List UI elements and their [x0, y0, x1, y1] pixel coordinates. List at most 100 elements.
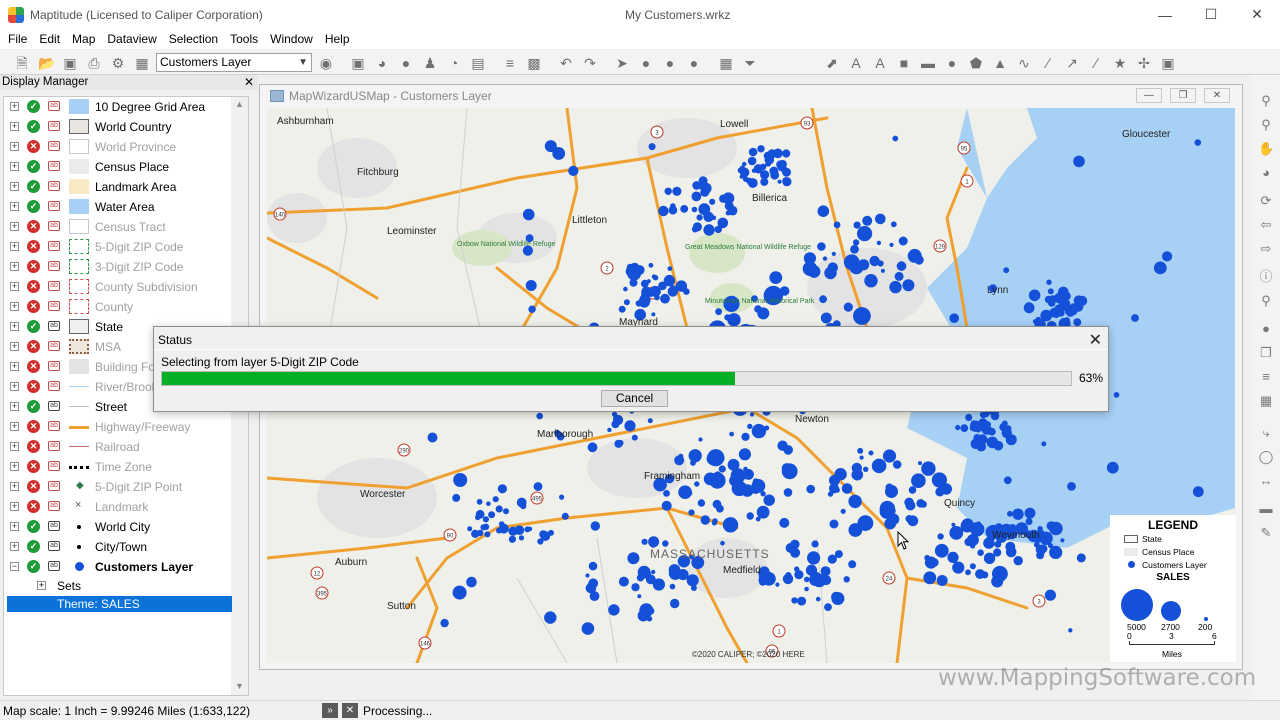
ellipse-icon[interactable]: ●: [944, 55, 960, 71]
rounded-rect-icon[interactable]: ▬: [920, 55, 936, 71]
layer-row[interactable]: + ✕ ab 3-Digit ZIP Code: [4, 257, 233, 277]
scroll-up-icon[interactable]: ▲: [231, 99, 248, 109]
label-toggle-icon[interactable]: ab: [48, 461, 60, 471]
layer-row[interactable]: + ✕ ab Railroad: [4, 437, 233, 457]
layer-style-swatch[interactable]: [69, 419, 89, 434]
layer-row[interactable]: + ✕ ab World Province: [4, 137, 233, 157]
route-icon[interactable]: ⤷: [1258, 425, 1274, 441]
expand-icon[interactable]: +: [10, 202, 19, 211]
layer-style-swatch[interactable]: ×: [69, 499, 89, 514]
globe-icon[interactable]: ◕: [1258, 165, 1274, 181]
expand-icon[interactable]: +: [10, 362, 19, 371]
close-icon[interactable]: ✕: [1204, 88, 1230, 103]
close-icon[interactable]: ✕: [1089, 330, 1102, 350]
visible-check-icon[interactable]: ✓: [27, 560, 40, 573]
zoom-out-icon[interactable]: ⚲: [1258, 117, 1274, 133]
find-icon[interactable]: ⚲: [1258, 293, 1274, 309]
layer-style-swatch[interactable]: [69, 459, 89, 474]
expand-icon[interactable]: +: [37, 581, 46, 590]
restore-icon[interactable]: ❐: [1170, 88, 1196, 103]
label-toggle-icon[interactable]: ab: [48, 501, 60, 511]
hidden-x-icon[interactable]: ✕: [27, 340, 40, 353]
label-toggle-icon[interactable]: ab: [48, 221, 60, 231]
expand-icon[interactable]: +: [10, 462, 19, 471]
expand-icon[interactable]: +: [10, 122, 19, 131]
chart-icon[interactable]: ▤: [470, 55, 486, 71]
next-view-icon[interactable]: ⇨: [1258, 241, 1274, 257]
layer-style-swatch[interactable]: [69, 279, 89, 294]
layer-row[interactable]: + ✓ ab Water Area: [4, 197, 233, 217]
hidden-x-icon[interactable]: ✕: [27, 480, 40, 493]
save-icon[interactable]: ▣: [62, 55, 78, 71]
expand-icon[interactable]: +: [10, 542, 19, 551]
copy-icon[interactable]: ❐: [1258, 345, 1274, 361]
layer-style-swatch[interactable]: [69, 539, 89, 554]
hidden-x-icon[interactable]: ✕: [27, 360, 40, 373]
freehand-icon[interactable]: ∕: [1088, 55, 1104, 71]
hidden-x-icon[interactable]: ✕: [27, 420, 40, 433]
visible-check-icon[interactable]: ✓: [27, 520, 40, 533]
layer-row[interactable]: − ✓ ab Customers Layer: [4, 557, 233, 577]
label-toggle-icon[interactable]: ab: [48, 521, 60, 531]
territory-icon[interactable]: ◯: [1258, 449, 1274, 465]
freehand-polygon-icon[interactable]: ▲: [992, 55, 1008, 71]
layer-style-swatch[interactable]: ◆: [69, 479, 89, 494]
measure-icon[interactable]: ↔: [1258, 473, 1274, 489]
label-toggle-icon[interactable]: ab: [48, 561, 60, 571]
menu-window[interactable]: Window: [264, 32, 319, 46]
close-icon[interactable]: ✕: [244, 75, 254, 90]
label-toggle-icon[interactable]: ab: [48, 441, 60, 451]
expand-icon[interactable]: +: [10, 102, 19, 111]
visible-check-icon[interactable]: ✓: [27, 100, 40, 113]
ruler-icon[interactable]: ▬: [1258, 501, 1274, 517]
expand-icon[interactable]: +: [10, 422, 19, 431]
layer-row[interactable]: + ✕ ab × Landmark: [4, 497, 233, 517]
image-icon[interactable]: ▣: [1160, 55, 1176, 71]
binoculars-icon[interactable]: ◉: [318, 55, 334, 71]
layer-style-swatch[interactable]: [69, 379, 89, 394]
collapse-icon[interactable]: −: [10, 562, 19, 571]
expand-icon[interactable]: +: [10, 442, 19, 451]
layer-style-swatch[interactable]: [69, 299, 89, 314]
label-toggle-icon[interactable]: ab: [48, 161, 60, 171]
label-toggle-icon[interactable]: ab: [48, 481, 60, 491]
menu-selection[interactable]: Selection: [163, 32, 224, 46]
visible-check-icon[interactable]: ✓: [27, 540, 40, 553]
label-toggle-icon[interactable]: ab: [48, 121, 60, 131]
layer-row[interactable]: + ✕ ab Census Tract: [4, 217, 233, 237]
maximize-icon[interactable]: ☐: [1188, 0, 1234, 29]
visible-check-icon[interactable]: ✓: [27, 200, 40, 213]
circle-tool-icon[interactable]: ●: [398, 55, 414, 71]
layer-row[interactable]: + ✓ ab World Country: [4, 117, 233, 137]
layer-style-swatch[interactable]: [69, 159, 89, 174]
layer-style-swatch[interactable]: [69, 139, 89, 154]
pan-hand-icon[interactable]: ✋: [1258, 141, 1274, 157]
layer-style-swatch[interactable]: [69, 259, 89, 274]
label-toggle-icon[interactable]: ab: [48, 301, 60, 311]
visible-check-icon[interactable]: ✓: [27, 120, 40, 133]
label-toggle-icon[interactable]: ab: [48, 421, 60, 431]
menu-dataview[interactable]: Dataview: [101, 32, 162, 46]
expand-icon[interactable]: +: [10, 162, 19, 171]
hidden-x-icon[interactable]: ✕: [27, 440, 40, 453]
text-style-icon[interactable]: A: [872, 55, 888, 71]
people-icon[interactable]: ♟: [422, 55, 438, 71]
open-folder-icon[interactable]: 📂: [38, 55, 55, 71]
stack-icon[interactable]: ≡: [502, 55, 518, 71]
layer-row[interactable]: + ✕ ab Time Zone: [4, 457, 233, 477]
select-circle-icon[interactable]: ●: [638, 55, 654, 71]
expand-icon[interactable]: +: [10, 322, 19, 331]
layer-style-swatch[interactable]: [69, 399, 89, 414]
print-icon[interactable]: ⎙: [86, 55, 102, 71]
hidden-x-icon[interactable]: ✕: [27, 300, 40, 313]
layer-row[interactable]: + ✕ ab County: [4, 297, 233, 317]
label-toggle-icon[interactable]: ab: [48, 141, 60, 151]
stack-icon[interactable]: ≡: [1258, 369, 1274, 385]
label-toggle-icon[interactable]: ab: [48, 321, 60, 331]
filter-icon[interactable]: ⏷: [742, 55, 758, 71]
layer-style-swatch[interactable]: [69, 439, 89, 454]
layer-style-swatch[interactable]: [69, 339, 89, 354]
layer-style-swatch[interactable]: [69, 99, 89, 114]
expand-icon[interactable]: +: [10, 502, 19, 511]
label-toggle-icon[interactable]: ab: [48, 101, 60, 111]
